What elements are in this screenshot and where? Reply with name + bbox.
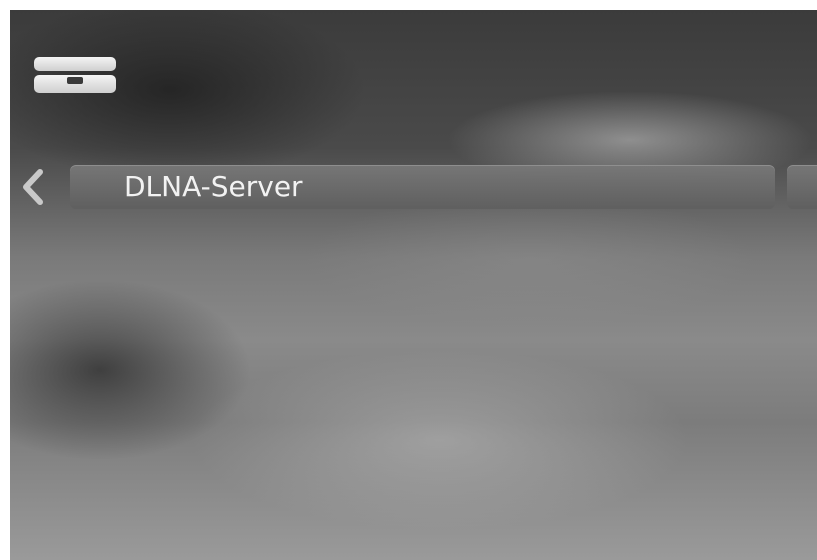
next-item-tab[interactable] — [787, 165, 817, 209]
page-title: DLNA-Server — [124, 170, 303, 203]
title-bar[interactable]: DLNA-Server — [70, 165, 775, 209]
network-drive-icon — [34, 57, 116, 93]
chevron-left-icon[interactable] — [18, 168, 48, 206]
tv-menu-screen: DLNA-Server — [10, 10, 817, 560]
nav-bar: DLNA-Server — [10, 162, 817, 212]
